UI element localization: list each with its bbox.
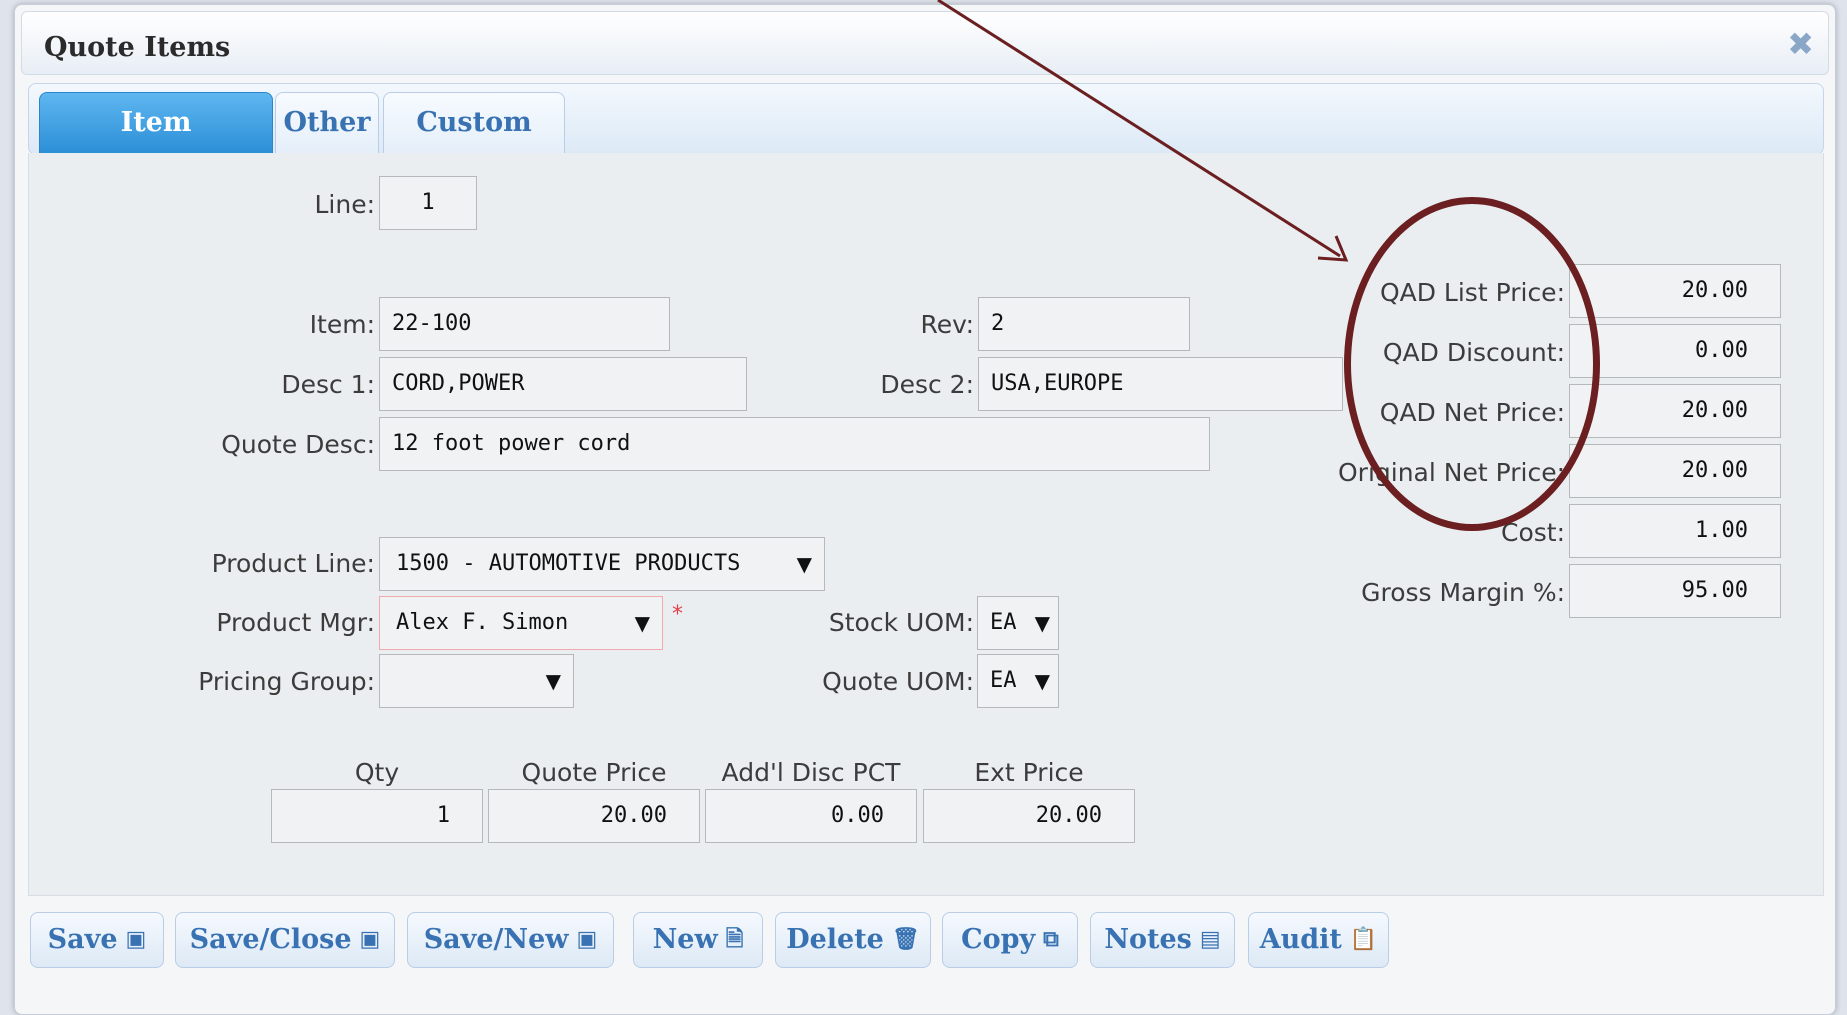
- copy-icon: ⧉: [1043, 927, 1059, 952]
- trash-icon: 🗑: [891, 927, 920, 952]
- save-icon: ▣: [125, 927, 147, 952]
- new-document-icon: 🗎: [725, 927, 744, 952]
- quote-uom-value: EA: [990, 668, 1017, 693]
- qad-discount-field[interactable]: 0.00: [1569, 324, 1781, 378]
- qad-net-price-field[interactable]: 20.00: [1569, 384, 1781, 438]
- desc1-field[interactable]: CORD,POWER: [379, 357, 747, 411]
- addl-disc-pct-header: Add'l Disc PCT: [721, 758, 901, 787]
- tab-other[interactable]: Other: [275, 92, 379, 155]
- stock-uom-select[interactable]: EA ▼: [977, 596, 1059, 650]
- gross-margin-label: Gross Margin %:: [1361, 578, 1565, 607]
- qad-net-price-label: QAD Net Price:: [1379, 398, 1565, 427]
- chevron-down-icon: ▼: [1034, 611, 1050, 635]
- product-line-value: 1500 - AUTOMOTIVE PRODUCTS: [396, 551, 741, 576]
- chevron-down-icon: ▼: [796, 552, 812, 576]
- desc2-field[interactable]: USA,EUROPE: [978, 357, 1343, 411]
- notes-button[interactable]: Notes ▤: [1090, 912, 1235, 968]
- rev-field[interactable]: 2: [978, 297, 1190, 351]
- ext-price-header: Ext Price: [974, 758, 1084, 787]
- quote-price-header: Quote Price: [521, 758, 667, 787]
- copy-button[interactable]: Copy ⧉: [942, 912, 1078, 968]
- tab-bar: Item Information Other Custom Data: [28, 83, 1824, 198]
- cost-field[interactable]: 1.00: [1569, 504, 1781, 558]
- dialog-title: Quote Items: [44, 32, 231, 63]
- save-new-button-label: Save/New: [423, 924, 569, 955]
- product-mgr-value: Alex F. Simon: [396, 610, 569, 635]
- save-icon: ▣: [359, 927, 381, 952]
- save-button[interactable]: Save ▣: [30, 912, 164, 968]
- save-close-button[interactable]: Save/Close ▣: [175, 912, 395, 968]
- addl-disc-pct-field[interactable]: 0.00: [705, 789, 917, 843]
- audit-button[interactable]: Audit 📋: [1248, 912, 1389, 968]
- tab-item-information[interactable]: Item Information: [39, 92, 273, 198]
- product-mgr-label: Product Mgr:: [216, 608, 375, 637]
- qad-list-price-field[interactable]: 20.00: [1569, 264, 1781, 318]
- ext-price-field[interactable]: 20.00: [923, 789, 1135, 843]
- line-label: Line:: [314, 190, 375, 219]
- audit-button-label: Audit: [1259, 924, 1342, 955]
- item-label: Item:: [309, 310, 375, 339]
- pricing-group-label: Pricing Group:: [198, 667, 375, 696]
- quote-desc-field[interactable]: 12 foot power cord: [379, 417, 1210, 471]
- stock-uom-label: Stock UOM:: [828, 608, 974, 637]
- new-button-label: New: [652, 924, 718, 955]
- qad-discount-label: QAD Discount:: [1382, 338, 1565, 367]
- desc1-label: Desc 1:: [281, 370, 375, 399]
- original-net-price-label: Original Net Price:: [1337, 458, 1565, 487]
- delete-button[interactable]: Delete 🗑: [775, 912, 931, 968]
- qad-list-price-label: QAD List Price:: [1379, 278, 1565, 307]
- product-line-select[interactable]: 1500 - AUTOMOTIVE PRODUCTS ▼: [379, 537, 825, 591]
- quote-items-dialog: Quote Items ✖ Item Information Other Cus…: [14, 4, 1836, 1015]
- original-net-price-field[interactable]: 20.00: [1569, 444, 1781, 498]
- rev-label: Rev:: [920, 310, 974, 339]
- required-indicator: *: [672, 602, 683, 627]
- desc2-label: Desc 2:: [880, 370, 974, 399]
- tab-custom-data[interactable]: Custom Data: [383, 92, 565, 198]
- chevron-down-icon: ▼: [545, 669, 561, 693]
- quote-uom-label: Quote UOM:: [822, 667, 974, 696]
- qty-field[interactable]: 1: [271, 789, 483, 843]
- stock-uom-value: EA: [990, 610, 1017, 635]
- product-mgr-select[interactable]: Alex F. Simon ▼: [379, 596, 663, 650]
- chevron-down-icon: ▼: [1034, 669, 1050, 693]
- cost-label: Cost:: [1500, 518, 1565, 547]
- qty-header: Qty: [354, 758, 400, 787]
- copy-button-label: Copy: [961, 924, 1036, 955]
- chevron-down-icon: ▼: [634, 611, 650, 635]
- new-button[interactable]: New 🗎: [633, 912, 763, 968]
- clipboard-icon: 📋: [1349, 927, 1378, 952]
- notes-button-label: Notes: [1104, 924, 1192, 955]
- gross-margin-field[interactable]: 95.00: [1569, 564, 1781, 618]
- close-icon[interactable]: ✖: [1787, 28, 1814, 60]
- save-button-label: Save: [47, 924, 118, 955]
- save-new-button[interactable]: Save/New ▣: [407, 912, 614, 968]
- product-line-label: Product Line:: [211, 549, 375, 578]
- pricing-group-select[interactable]: ▼: [379, 654, 574, 708]
- line-field[interactable]: 1: [379, 176, 477, 230]
- save-icon: ▣: [576, 927, 598, 952]
- quote-desc-label: Quote Desc:: [221, 430, 375, 459]
- quote-uom-select[interactable]: EA ▼: [977, 654, 1059, 708]
- item-field[interactable]: 22-100: [379, 297, 670, 351]
- dialog-titlebar: Quote Items ✖: [21, 11, 1829, 75]
- delete-button-label: Delete: [786, 924, 884, 955]
- save-close-button-label: Save/Close: [189, 924, 352, 955]
- quote-price-field[interactable]: 20.00: [488, 789, 700, 843]
- notes-icon: ▤: [1199, 927, 1221, 952]
